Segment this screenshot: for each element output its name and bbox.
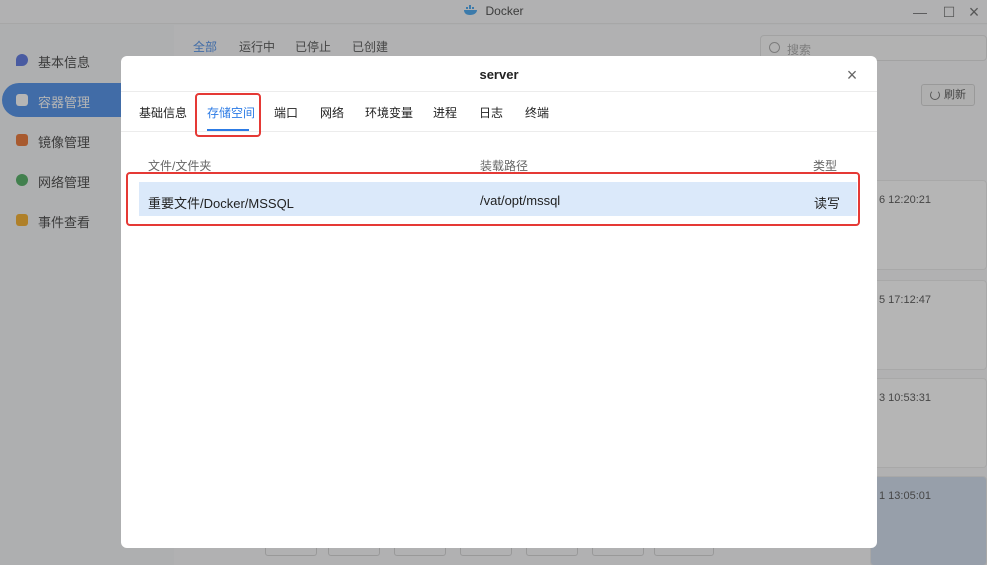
tab-storage[interactable]: 存储空间 — [207, 104, 255, 121]
tab-logs[interactable]: 日志 — [479, 104, 503, 121]
tab-terminal[interactable]: 终端 — [525, 104, 549, 121]
folder-cell: 重要文件/Docker/MSSQL — [148, 196, 294, 211]
active-tab-indicator — [207, 129, 249, 131]
tab-processes[interactable]: 进程 — [433, 104, 457, 121]
column-header-mount-path: 装载路径 — [480, 159, 529, 173]
close-icon[interactable]: × — [842, 65, 862, 85]
dialog-title: server — [479, 67, 519, 82]
mount-path-cell: /vat/opt/mssql — [480, 193, 561, 208]
type-cell: 读写 — [814, 196, 841, 211]
column-header-folder: 文件/文件夹 — [148, 159, 212, 173]
table-row[interactable]: 重要文件/Docker/MSSQL /vat/opt/mssql 读写 — [139, 182, 857, 216]
container-detail-dialog: server × 基础信息 存储空间 端口 网络 环境变量 进程 日志 终端 文… — [121, 56, 877, 548]
detail-tabs: 基础信息 存储空间 端口 网络 环境变量 进程 日志 终端 — [121, 92, 877, 132]
column-header-type: 类型 — [813, 159, 838, 173]
tab-basic-info[interactable]: 基础信息 — [139, 104, 187, 121]
tab-network[interactable]: 网络 — [320, 104, 344, 121]
tab-ports[interactable]: 端口 — [274, 104, 298, 121]
tab-environment[interactable]: 环境变量 — [365, 104, 413, 121]
